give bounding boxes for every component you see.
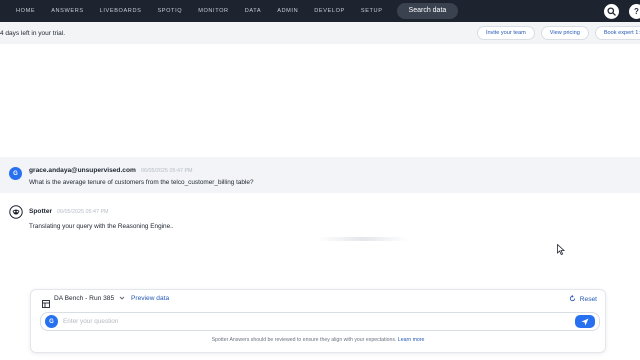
- nav-item-liveboards[interactable]: LIVEBOARDS: [92, 8, 150, 14]
- spotter-status-text: Translating your query with the Reasonin…: [29, 223, 174, 230]
- user-message: G grace.andaya@unsupervised.com 06/05/20…: [0, 157, 640, 193]
- reset-label: Reset: [579, 296, 597, 303]
- help-icon[interactable]: ?: [629, 3, 640, 19]
- nav-item-data[interactable]: DATA: [237, 8, 270, 14]
- mouse-cursor-icon: [557, 242, 566, 256]
- table-icon: [42, 295, 50, 308]
- trial-banner: 4 days left in your trial. Invite your t…: [0, 22, 640, 44]
- nav-item-spotiq[interactable]: SPOTIQ: [149, 8, 190, 14]
- loading-shimmer: [318, 237, 408, 241]
- nav-item-monitor[interactable]: MONITOR: [190, 8, 237, 14]
- chevron-down-icon[interactable]: [119, 295, 125, 303]
- nav-item-home[interactable]: HOME: [8, 8, 43, 14]
- spotter-author: Spotter: [29, 208, 53, 215]
- nav-item-setup[interactable]: SETUP: [353, 8, 391, 14]
- nav-item-develop[interactable]: DEVELOP: [306, 8, 353, 14]
- send-icon: [581, 318, 589, 325]
- message-timestamp: 06/05/2025 05:47 PM: [141, 168, 193, 174]
- nav-right-actions: ?: [604, 0, 640, 22]
- top-navigation: HOME ANSWERS LIVEBOARDS SPOTIQ MONITOR D…: [0, 0, 640, 22]
- question-input-box: G: [40, 312, 600, 331]
- question-panel: DA Bench - Run 385 Preview data Reset G …: [30, 289, 606, 353]
- message-text: What is the average tenure of customers …: [29, 179, 254, 186]
- question-input[interactable]: [63, 316, 543, 327]
- nav-item-answers[interactable]: ANSWERS: [43, 8, 91, 14]
- disclaimer: Spotter Answers should be reviewed to en…: [31, 337, 605, 343]
- nav-item-admin[interactable]: ADMIN: [269, 8, 306, 14]
- avatar: G: [45, 315, 58, 328]
- spotter-timestamp: 06/05/2025 05:47 PM: [57, 209, 109, 215]
- search-icon[interactable]: [604, 3, 619, 19]
- dataset-selector[interactable]: DA Bench - Run 385: [54, 295, 114, 302]
- disclaimer-text: Spotter Answers should be reviewed to en…: [211, 337, 397, 343]
- send-button[interactable]: [575, 315, 595, 328]
- view-pricing-button[interactable]: View pricing: [540, 26, 589, 40]
- invite-team-button[interactable]: Invite your team: [476, 26, 535, 40]
- nav-menu: HOME ANSWERS LIVEBOARDS SPOTIQ MONITOR D…: [8, 3, 459, 19]
- spotter-icon: [9, 205, 23, 219]
- book-expert-button[interactable]: Book expert 1:1: [594, 26, 640, 40]
- learn-more-link[interactable]: Learn more: [398, 337, 425, 343]
- trial-actions: Invite your team View pricing Book exper…: [471, 26, 640, 40]
- avatar: G: [9, 167, 22, 180]
- reset-button[interactable]: Reset: [569, 295, 597, 304]
- message-author: grace.andaya@unsupervised.com: [29, 167, 136, 174]
- trial-message: 4 days left in your trial.: [0, 29, 66, 37]
- reset-icon: [569, 295, 576, 304]
- search-data-button[interactable]: Search data: [396, 3, 459, 19]
- preview-data-link[interactable]: Preview data: [131, 295, 169, 302]
